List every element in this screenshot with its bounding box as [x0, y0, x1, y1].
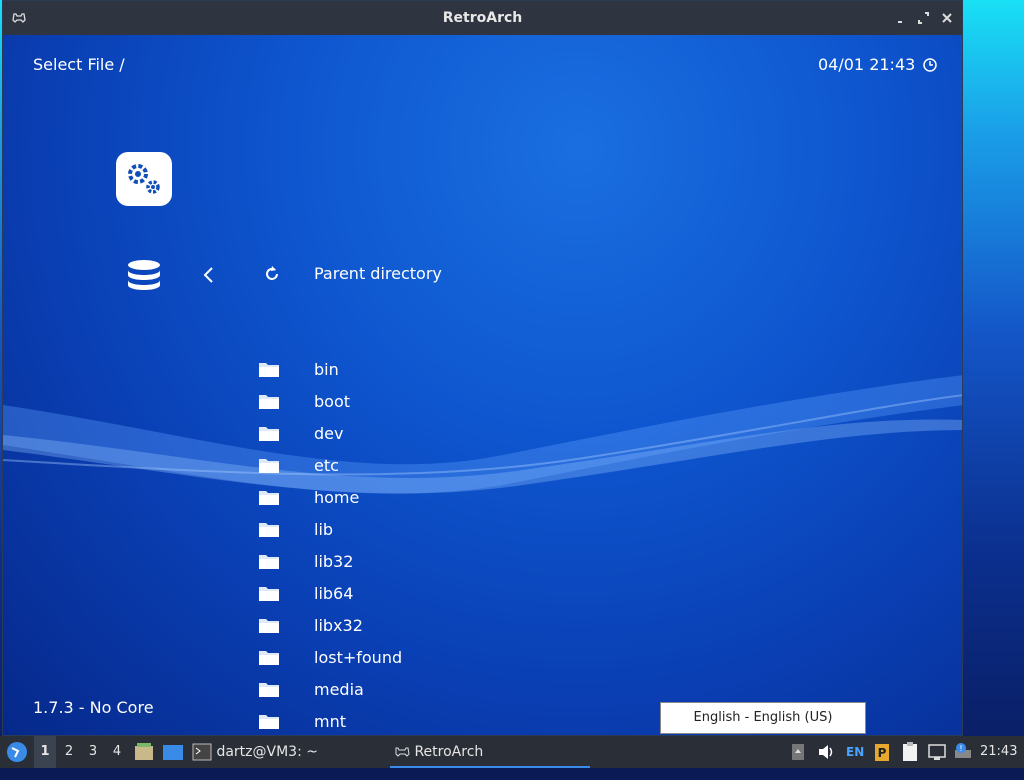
clipboard-button[interactable] — [900, 736, 920, 768]
parcellite-button[interactable]: P — [873, 736, 891, 768]
parent-directory-item[interactable]: Parent directory — [258, 258, 658, 290]
workspace-2[interactable]: 2 — [58, 736, 80, 768]
folder-icon — [135, 743, 153, 760]
folder-icon — [259, 491, 279, 505]
taskbar: 1234 dartz@VM3: ~ RetroArch EN P ! 21:43 — [0, 736, 1024, 768]
retroarch-menu: Select File / 04/01 21:43 Parent directo… — [3, 35, 962, 735]
desktop-icon — [163, 745, 183, 760]
volume-button[interactable] — [816, 736, 836, 768]
file-list-item[interactable]: lost+found — [258, 642, 658, 674]
workspace-1[interactable]: 1 — [34, 736, 56, 768]
clipboard-icon — [903, 742, 917, 761]
file-name: dev — [314, 424, 344, 443]
keyboard-layout-indicator[interactable]: EN — [846, 736, 868, 768]
window-titlebar[interactable]: RetroArch — [3, 1, 962, 35]
file-manager-launcher[interactable] — [134, 736, 154, 768]
refresh-icon — [266, 266, 278, 280]
folder-icon — [259, 715, 279, 729]
file-name: home — [314, 488, 360, 507]
network-icon — [928, 744, 946, 760]
network-button[interactable] — [927, 736, 947, 768]
folder-icon — [259, 395, 279, 409]
retroarch-taskbar-icon — [395, 747, 410, 757]
file-name: media — [314, 680, 364, 699]
eject-tray-button[interactable] — [790, 736, 806, 768]
close-button[interactable] — [938, 9, 956, 27]
file-list-item[interactable]: boot — [258, 386, 658, 418]
minimize-icon — [898, 21, 902, 23]
keyboard-layout-tooltip: English - English (US) — [660, 702, 866, 734]
file-name: lib64 — [314, 584, 354, 603]
svg-text:!: ! — [959, 744, 962, 753]
folder-icon — [259, 363, 279, 377]
file-name: lib32 — [314, 552, 354, 571]
updates-button[interactable]: ! — [953, 736, 973, 768]
chevron-left-icon[interactable] — [201, 266, 215, 284]
file-list-item[interactable]: lib64 — [258, 578, 658, 610]
folder-icon — [259, 459, 279, 473]
taskbar-retroarch[interactable]: RetroArch — [390, 736, 590, 768]
clock-icon — [923, 58, 937, 72]
taskbar-terminal[interactable]: dartz@VM3: ~ — [192, 736, 372, 768]
file-list-item[interactable]: media — [258, 674, 658, 706]
folder-icon — [259, 619, 279, 633]
settings-tab[interactable] — [116, 152, 172, 206]
file-list-item[interactable]: bin — [258, 354, 658, 386]
file-list-item[interactable]: home — [258, 482, 658, 514]
folder-icon — [259, 427, 279, 441]
maximize-icon — [918, 12, 929, 24]
database-icon[interactable] — [126, 258, 162, 294]
folder-icon — [259, 651, 279, 665]
header-path: Select File / — [33, 55, 125, 74]
file-list-item[interactable]: dev — [258, 418, 658, 450]
file-list-item[interactable]: mnt — [258, 706, 658, 735]
folder-icon — [259, 555, 279, 569]
file-name: libx32 — [314, 616, 363, 635]
retroarch-window: RetroArch Select File / 04/01 21:43 Pare… — [2, 0, 963, 736]
gears-icon — [128, 164, 160, 194]
file-list-item[interactable]: lib32 — [258, 546, 658, 578]
parent-directory-label: Parent directory — [314, 264, 442, 283]
workspace-4[interactable]: 4 — [106, 736, 128, 768]
update-notifier-icon: ! — [955, 743, 971, 758]
version-label: 1.7.3 - No Core — [33, 698, 154, 717]
file-name: bin — [314, 360, 339, 379]
folder-icon — [259, 683, 279, 697]
taskbar-retroarch-label: RetroArch — [414, 744, 484, 760]
taskbar-terminal-label: dartz@VM3: ~ — [216, 744, 318, 760]
folder-icon — [259, 523, 279, 537]
file-name: boot — [314, 392, 351, 411]
window-title: RetroArch — [442, 10, 523, 26]
folder-icon — [259, 587, 279, 601]
file-name: lib — [314, 520, 334, 539]
clipboard-p-icon: P — [875, 744, 889, 761]
taskbar-clock[interactable]: 21:43 — [980, 736, 1022, 768]
file-name: lost+found — [314, 648, 403, 667]
file-list-item[interactable]: libx32 — [258, 610, 658, 642]
header-datetime: 04/01 21:43 — [818, 55, 916, 74]
start-menu-button[interactable] — [4, 736, 30, 768]
terminal-icon — [192, 743, 212, 761]
maximize-button[interactable] — [915, 9, 933, 27]
file-list-item[interactable]: etc — [258, 450, 658, 482]
file-name: mnt — [314, 712, 346, 731]
file-name: etc — [314, 456, 339, 475]
minimize-button[interactable] — [892, 9, 910, 27]
show-desktop-button[interactable] — [162, 736, 184, 768]
close-icon — [942, 13, 952, 23]
volume-icon — [819, 745, 833, 759]
lubuntu-logo-icon — [7, 742, 27, 762]
file-list-item[interactable]: lib — [258, 514, 658, 546]
svg-text:P: P — [878, 746, 887, 760]
workspace-3[interactable]: 3 — [82, 736, 104, 768]
eject-icon — [792, 744, 804, 760]
